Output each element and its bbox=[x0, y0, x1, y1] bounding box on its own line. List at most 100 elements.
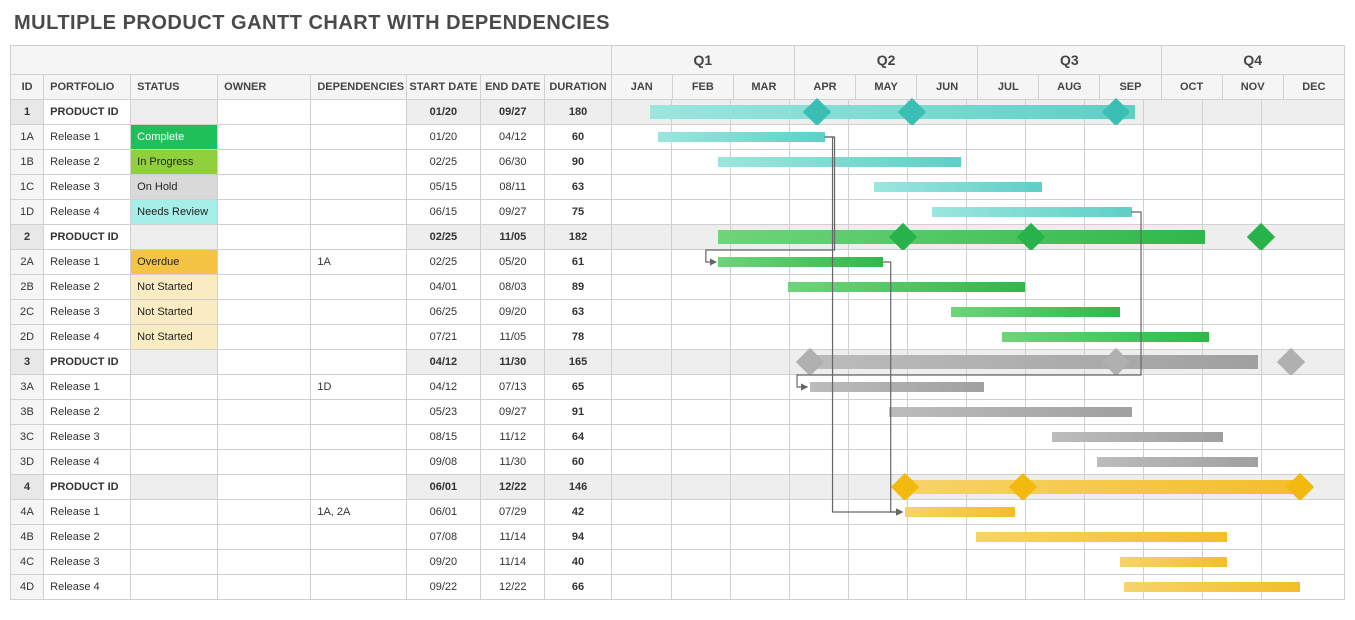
status-badge: Not Started bbox=[131, 275, 223, 299]
cell-duration: 78 bbox=[545, 325, 611, 350]
month-header: DEC bbox=[1283, 75, 1344, 100]
cell-deps bbox=[311, 450, 406, 475]
cell-id: 1 bbox=[11, 100, 44, 125]
product-row: 1PRODUCT ID01/2009/27180 bbox=[11, 100, 1345, 125]
cell-id: 2 bbox=[11, 225, 44, 250]
cell-end: 11/14 bbox=[481, 550, 545, 575]
cell-id: 2D bbox=[11, 325, 44, 350]
cell-id: 3 bbox=[11, 350, 44, 375]
cell-start: 06/25 bbox=[406, 300, 481, 325]
task-row: 3CRelease 308/1511/1264 bbox=[11, 425, 1345, 450]
milestone-diamond bbox=[888, 223, 916, 251]
cell-status bbox=[131, 525, 218, 550]
quarter-row: Q1 Q2 Q3 Q4 bbox=[11, 46, 1345, 75]
milestone-diamond bbox=[1016, 223, 1044, 251]
cell-end: 09/27 bbox=[481, 100, 545, 125]
task-row: 2ARelease 1Overdue1A02/2505/2061 bbox=[11, 250, 1345, 275]
cell-owner bbox=[218, 425, 311, 450]
cell-start: 01/20 bbox=[406, 125, 481, 150]
cell-owner bbox=[218, 500, 311, 525]
col-duration: DURATION bbox=[545, 75, 611, 100]
cell-deps bbox=[311, 150, 406, 175]
timeline-cell bbox=[611, 550, 1344, 575]
cell-start: 02/25 bbox=[406, 250, 481, 275]
cell-end: 11/12 bbox=[481, 425, 545, 450]
cell-id: 1D bbox=[11, 200, 44, 225]
cell-end: 09/27 bbox=[481, 200, 545, 225]
milestone-diamond bbox=[1286, 473, 1314, 501]
cell-duration: 60 bbox=[545, 125, 611, 150]
gantt-bar bbox=[932, 207, 1132, 217]
cell-start: 08/15 bbox=[406, 425, 481, 450]
gantt-table: Q1 Q2 Q3 Q4 ID PORTFOLIO STATUS OWNER DE… bbox=[10, 45, 1345, 600]
cell-end: 11/14 bbox=[481, 525, 545, 550]
cell-end: 12/22 bbox=[481, 575, 545, 600]
task-row: 1BRelease 2In Progress02/2506/3090 bbox=[11, 150, 1345, 175]
cell-duration: 42 bbox=[545, 500, 611, 525]
cell-deps bbox=[311, 475, 406, 500]
cell-owner bbox=[218, 125, 311, 150]
cell-duration: 66 bbox=[545, 575, 611, 600]
gantt-bar bbox=[788, 282, 1025, 292]
task-row: 2DRelease 4Not Started07/2111/0578 bbox=[11, 325, 1345, 350]
task-row: 1CRelease 3On Hold05/1508/1163 bbox=[11, 175, 1345, 200]
timeline-cell bbox=[611, 450, 1344, 475]
month-header: JUL bbox=[978, 75, 1039, 100]
gantt-bar bbox=[658, 132, 825, 142]
cell-start: 09/22 bbox=[406, 575, 481, 600]
task-row: 3DRelease 409/0811/3060 bbox=[11, 450, 1345, 475]
gantt-bar bbox=[1097, 457, 1258, 467]
task-row: 4BRelease 207/0811/1494 bbox=[11, 525, 1345, 550]
month-header: OCT bbox=[1161, 75, 1222, 100]
status-badge: On Hold bbox=[131, 175, 223, 199]
timeline-cell bbox=[611, 425, 1344, 450]
task-row: 4DRelease 409/2212/2266 bbox=[11, 575, 1345, 600]
cell-owner bbox=[218, 250, 311, 275]
cell-owner bbox=[218, 575, 311, 600]
cell-portfolio: Release 4 bbox=[44, 575, 131, 600]
cell-status: Not Started bbox=[131, 275, 218, 300]
timeline-cell bbox=[611, 125, 1344, 150]
cell-id: 1C bbox=[11, 175, 44, 200]
gantt-bar bbox=[650, 105, 1135, 119]
cell-end: 04/12 bbox=[481, 125, 545, 150]
task-row: 3ARelease 11D04/1207/1365 bbox=[11, 375, 1345, 400]
cell-duration: 90 bbox=[545, 150, 611, 175]
quarter-header: Q1 bbox=[611, 46, 794, 75]
cell-duration: 89 bbox=[545, 275, 611, 300]
cell-deps bbox=[311, 575, 406, 600]
cell-id: 3D bbox=[11, 450, 44, 475]
gantt-bar bbox=[1124, 582, 1301, 592]
cell-id: 3C bbox=[11, 425, 44, 450]
cell-id: 4 bbox=[11, 475, 44, 500]
cell-end: 09/20 bbox=[481, 300, 545, 325]
cell-status: In Progress bbox=[131, 150, 218, 175]
timeline-cell bbox=[611, 475, 1344, 500]
cell-deps bbox=[311, 175, 406, 200]
cell-owner bbox=[218, 275, 311, 300]
cell-portfolio: PRODUCT ID bbox=[44, 225, 131, 250]
cell-start: 06/15 bbox=[406, 200, 481, 225]
gantt-bar bbox=[718, 157, 960, 167]
cell-start: 02/25 bbox=[406, 150, 481, 175]
cell-portfolio: Release 3 bbox=[44, 550, 131, 575]
cell-id: 3B bbox=[11, 400, 44, 425]
cell-status bbox=[131, 375, 218, 400]
task-row: 4CRelease 309/2011/1440 bbox=[11, 550, 1345, 575]
gantt-bar bbox=[718, 230, 1205, 244]
cell-deps: 1D bbox=[311, 375, 406, 400]
cell-portfolio: Release 1 bbox=[44, 250, 131, 275]
cell-duration: 60 bbox=[545, 450, 611, 475]
cell-end: 08/03 bbox=[481, 275, 545, 300]
cell-id: 1B bbox=[11, 150, 44, 175]
cell-deps bbox=[311, 300, 406, 325]
cell-start: 07/21 bbox=[406, 325, 481, 350]
cell-status bbox=[131, 350, 218, 375]
gantt-bar bbox=[905, 507, 1016, 517]
cell-start: 06/01 bbox=[406, 475, 481, 500]
cell-owner bbox=[218, 450, 311, 475]
month-header: FEB bbox=[672, 75, 733, 100]
cell-duration: 91 bbox=[545, 400, 611, 425]
month-header: MAR bbox=[733, 75, 794, 100]
gantt-bar bbox=[1002, 332, 1210, 342]
